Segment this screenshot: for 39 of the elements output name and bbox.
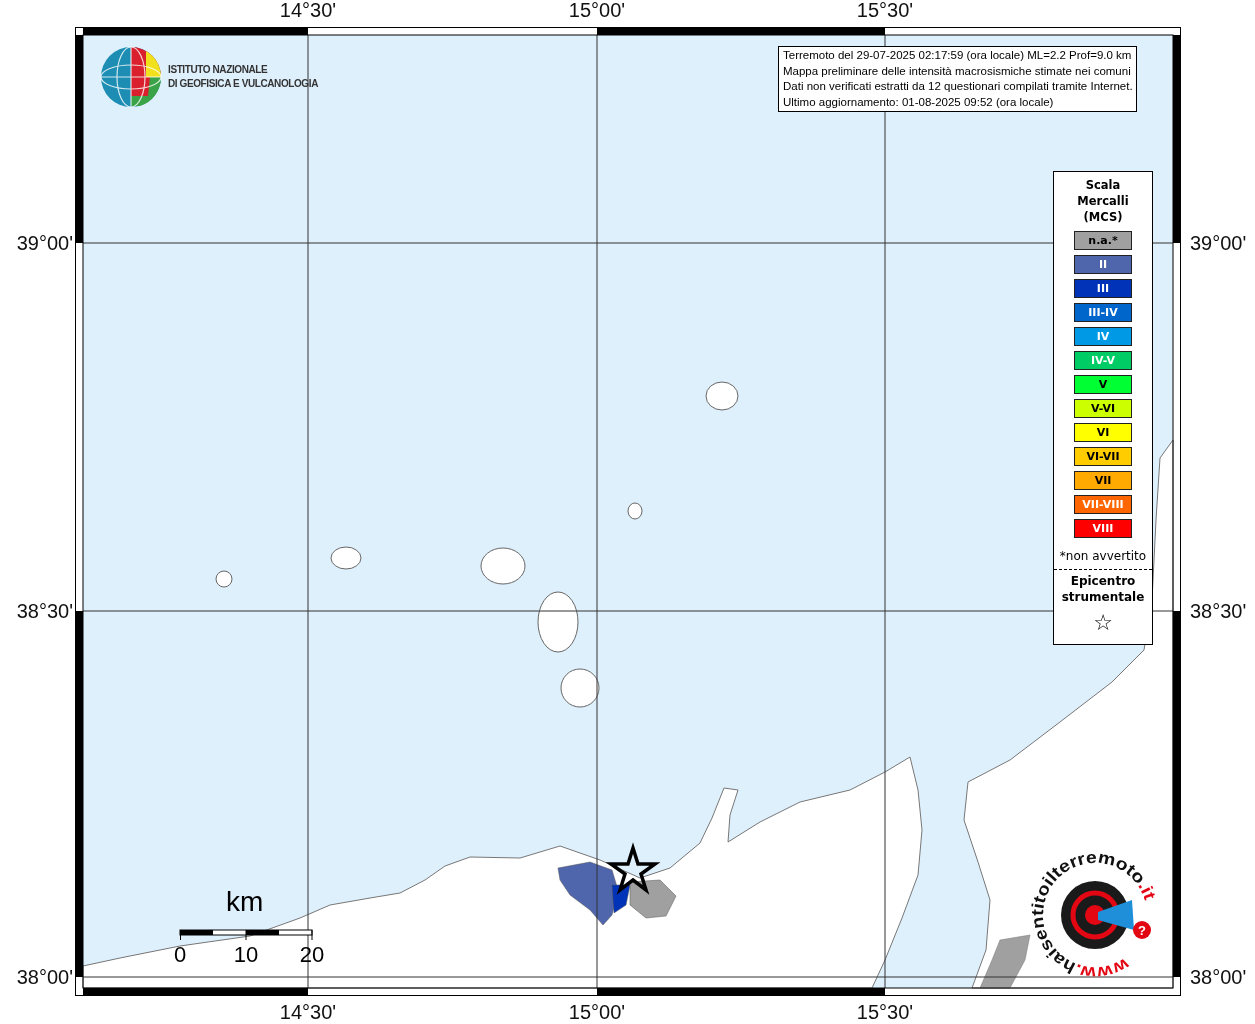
intensity-swatch: n.a.* (1074, 231, 1132, 250)
legend-title: Scala Mercalli (MCS) (1077, 177, 1129, 225)
institute-name: DI GEOFISICA E VULCANOLOGIA (168, 77, 318, 91)
info-line: Ultimo aggiornamento: 01-08-2025 09:52 (ora locale) (783, 94, 1055, 110)
latitude-label: 38°00' (1190, 965, 1247, 989)
latitude-label: 39°00' (16, 231, 73, 255)
latitude-label: 38°00' (16, 965, 73, 989)
latitude-label: 38°30' (16, 599, 73, 623)
intensity-swatch: IV (1074, 327, 1132, 346)
intensity-swatch: VII-VIII (1074, 495, 1132, 514)
scale-tick-label: 0 (173, 942, 187, 968)
intensity-swatch: III-IV (1074, 303, 1132, 322)
intensity-swatch: VII (1074, 471, 1132, 490)
intensity-swatch: VI-VII (1074, 447, 1132, 466)
intensity-swatch: VI (1074, 423, 1132, 442)
intensity-swatch: IV-V (1074, 351, 1132, 370)
longitude-label: 15°00' (568, 1000, 626, 1024)
intensity-swatch: V-VI (1074, 399, 1132, 418)
latitude-label: 39°00' (1190, 231, 1247, 255)
intensity-swatch: III (1074, 279, 1132, 298)
legend-footnote: *non avvertito (1059, 549, 1147, 563)
epicentre-label: Epicentro strumentale (1061, 573, 1145, 605)
info-line: Dati non verificati estratti da 12 questionari compilati tramite Internet. (783, 79, 1133, 94)
longitude-label: 15°00' (568, 0, 626, 22)
star-symbol: ☆ (1093, 611, 1113, 635)
intensity-swatch: VIII (1074, 519, 1132, 538)
longitude-label: 15°30' (856, 1000, 914, 1024)
intensity-swatch: V (1074, 375, 1132, 394)
scale-unit: km (226, 886, 264, 918)
longitude-label: 15°30' (856, 0, 914, 22)
institute-name: ISTITUTO NAZIONALE (168, 63, 269, 77)
scale-tick-label: 10 (233, 942, 259, 968)
intensity-swatch: II (1074, 255, 1132, 274)
latitude-label: 38°30' (1190, 599, 1247, 623)
info-line: Mappa preliminare delle intensità macrosismiche stimate nei comuni (783, 63, 1132, 79)
info-line: Terremoto del 29-07-2025 02:17:59 (ora locale) ML=2.2 Prof=9.0 km (783, 48, 1133, 63)
longitude-label: 14°30' (279, 1000, 337, 1024)
longitude-label: 14°30' (279, 0, 337, 22)
scale-tick-label: 20 (299, 942, 325, 968)
